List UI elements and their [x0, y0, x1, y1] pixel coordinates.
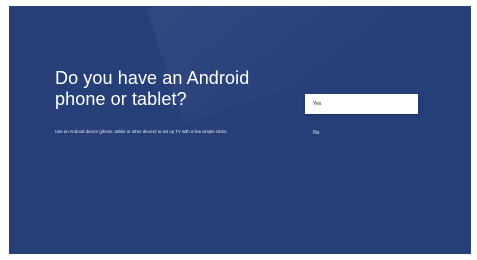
option-yes-button[interactable]: Yes: [305, 94, 418, 114]
page-title: Do you have an Android phone or tablet?: [55, 68, 250, 109]
page-description: Use an Android device (phone, tablet or …: [55, 129, 228, 134]
option-no-button[interactable]: No: [305, 123, 418, 143]
tv-setup-screen: Do you have an Android phone or tablet? …: [9, 6, 471, 254]
